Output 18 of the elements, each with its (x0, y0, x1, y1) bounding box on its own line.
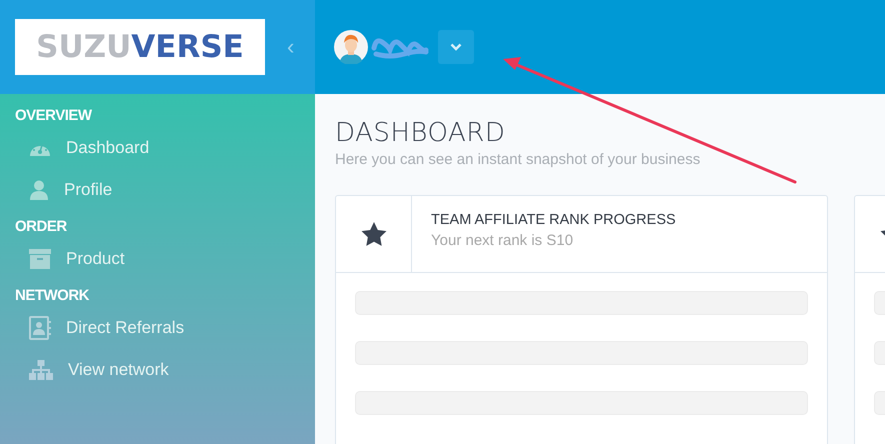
page-title: DASHBOARD (335, 118, 506, 148)
section-heading: NETWORK (15, 286, 90, 306)
user-icon (29, 180, 49, 200)
section-heading: ORDER (15, 217, 68, 237)
page-subtitle: Here you can see an instant snapshot of your business (335, 151, 702, 168)
avatar-icon[interactable] (334, 30, 368, 64)
contact-book-icon (29, 316, 51, 340)
card-title: TEAM AFFILIATE RANK PROGRESS (431, 212, 676, 228)
chevron-down-icon (450, 43, 462, 51)
logo[interactable]: SUZUVERSE (15, 19, 265, 75)
star-icon (360, 222, 386, 246)
card-subtitle: Your next rank is S10 (431, 232, 574, 249)
section-heading: OVERVIEW (15, 106, 93, 126)
sitemap-icon (29, 360, 53, 380)
dropdown-button[interactable] (438, 30, 474, 64)
sidebar-item[interactable]: Product (15, 235, 125, 283)
collapse-sidebar-button[interactable]: ‹ (283, 34, 298, 60)
archive-box-icon (29, 249, 51, 269)
